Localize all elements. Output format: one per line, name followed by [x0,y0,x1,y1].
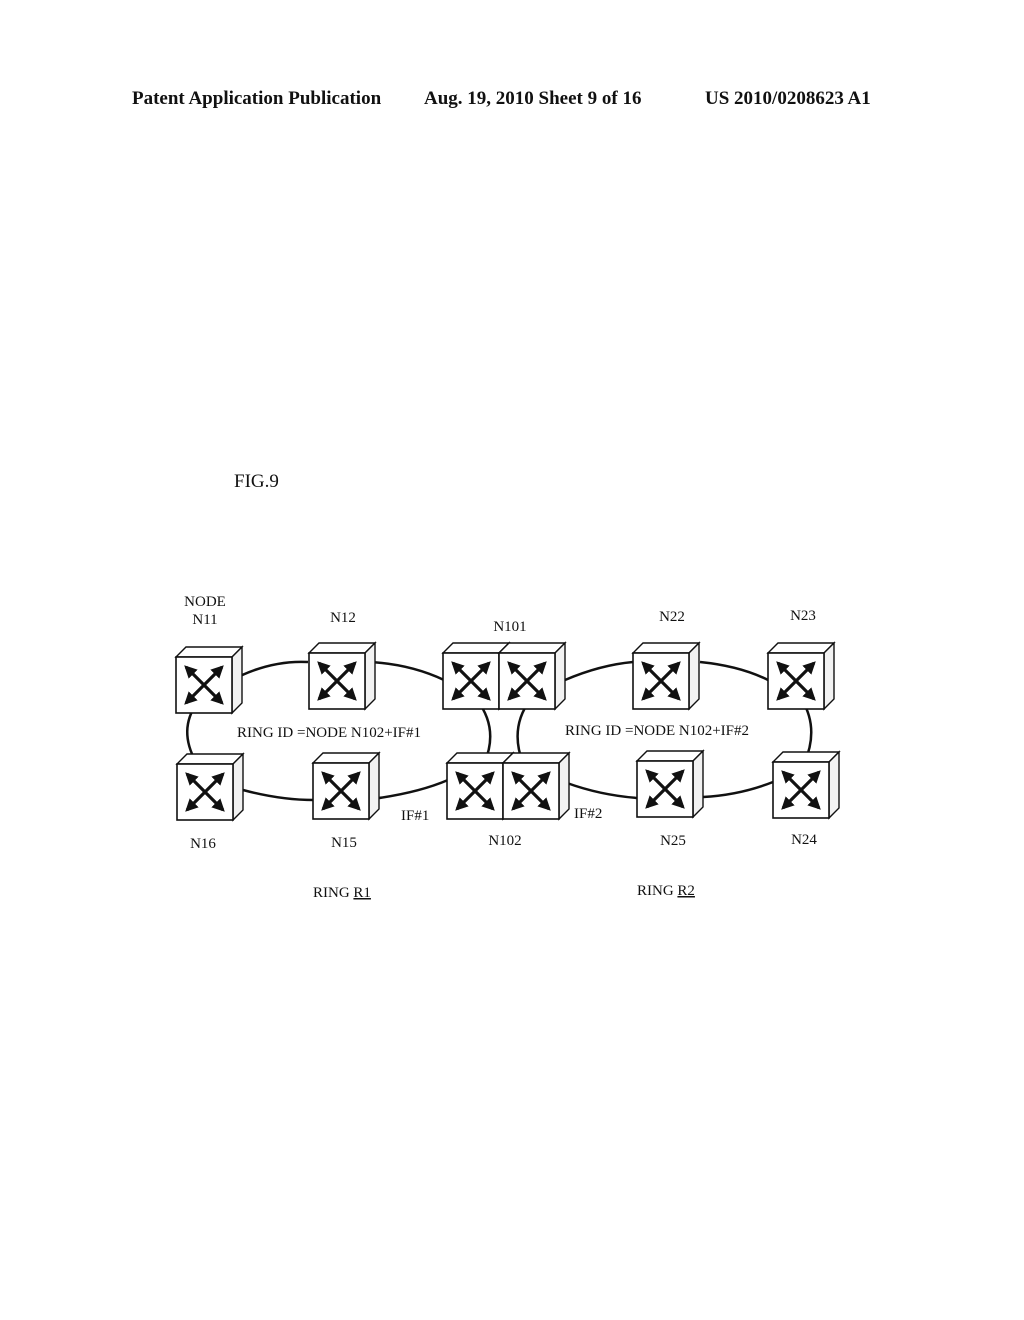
ring-r2-name: RING R2 [637,883,695,899]
interface-label-if2: IF#2 [574,806,602,822]
node-box-n22 [631,641,701,711]
ring-r2-id-label: RING ID =NODE N102+IF#2 [565,723,749,739]
node-label-n22: N22 [659,609,685,625]
node-label-n12: N12 [330,610,356,626]
node-label-n24: N24 [791,832,817,848]
node-label-n101: N101 [493,619,526,635]
node-label-n102: N102 [488,833,521,849]
node-label-n15: N15 [331,835,357,851]
link-n11-n12 [231,660,309,682]
ring-network-diagram: NODE N11 N12 N101 N22 N23 N16 N15 N102 N… [174,594,841,901]
link-n16-n15 [242,788,315,802]
node-label-n16: N16 [190,836,216,852]
link-n102-n25 [566,781,638,800]
node-label-n23: N23 [790,608,816,624]
node-label-n11-line2: N11 [192,612,217,628]
link-n12-n101 [368,660,445,682]
ring-r1-id-label: RING ID =NODE N102+IF#1 [237,725,421,741]
interface-label-if1: IF#1 [401,808,429,824]
link-n22-n23 [699,660,769,682]
node-box-n102-b [501,751,571,821]
node-box-n101-b [497,641,567,711]
link-n101-n22 [564,660,634,682]
node-box-n11 [174,645,244,715]
link-n15-n102 [378,778,449,800]
node-label-n25: N25 [660,833,686,849]
node-box-n15 [311,751,381,821]
ring-r1-prefix: RING [313,885,353,901]
ring-r1-id: R1 [353,885,371,901]
link-n25-n24 [702,780,774,799]
ring-r2-prefix: RING [637,883,677,899]
node-box-n12 [307,641,377,711]
node-label-n11-line1: NODE [184,594,226,610]
node-box-n16 [175,752,245,822]
ring-r1-name: RING R1 [313,885,371,901]
node-box-n24 [771,750,841,820]
node-box-n25 [635,749,705,819]
node-box-n23 [766,641,836,711]
ring-r2-id: R2 [677,883,695,899]
